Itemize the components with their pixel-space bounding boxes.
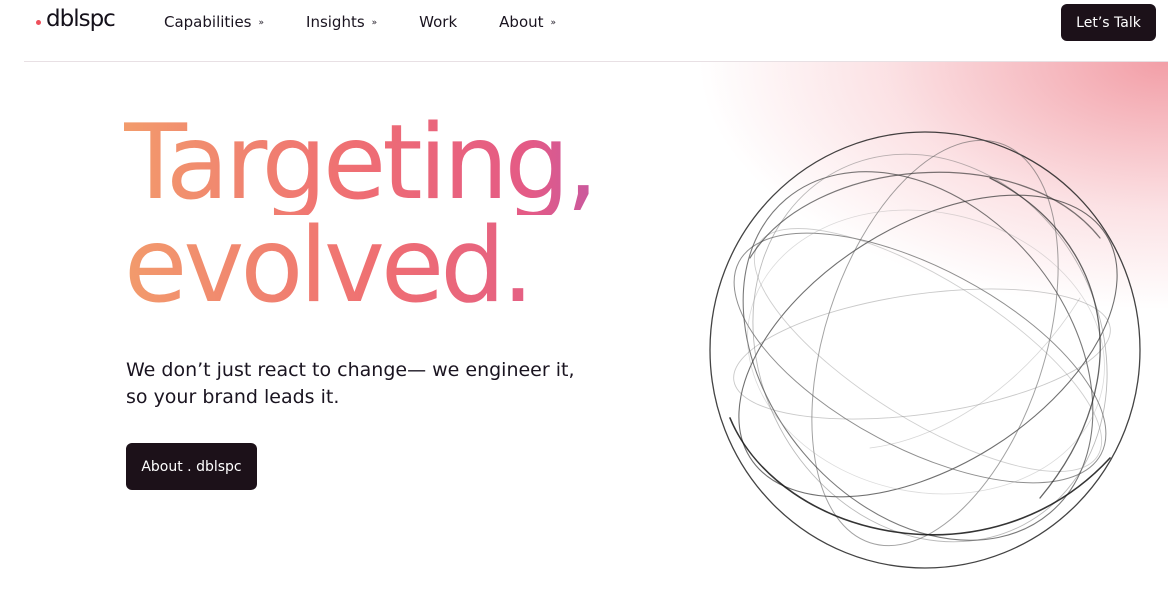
nav-item-work[interactable]: Work: [419, 13, 457, 31]
headline-line-2: evolved.: [124, 215, 704, 318]
logo-dot-icon: [36, 20, 41, 25]
about-button[interactable]: About . dblspc: [126, 443, 257, 490]
nav-item-label: Work: [419, 13, 458, 31]
nav-item-label: Capabilities: [164, 13, 252, 31]
nav-item-label: Insights: [306, 13, 365, 31]
chevron-down-icon: »: [258, 18, 265, 28]
page: dblspc Capabilities » Insights » Work Ab…: [0, 0, 1168, 609]
logo-text: dblspc: [46, 6, 116, 32]
headline-line-1: Targeting,: [124, 112, 704, 215]
header-divider: [24, 61, 1168, 62]
nav-item-about[interactable]: About »: [499, 13, 556, 31]
main-nav: Capabilities » Insights » Work About »: [164, 13, 598, 31]
chevron-down-icon: »: [550, 18, 557, 28]
lets-talk-button[interactable]: Let’s Talk: [1061, 4, 1156, 41]
nav-item-label: About: [499, 13, 544, 31]
wire-sphere-graphic: [709, 131, 1141, 569]
logo[interactable]: dblspc: [36, 6, 116, 32]
nav-item-insights[interactable]: Insights »: [306, 13, 377, 31]
site-header: dblspc Capabilities » Insights » Work Ab…: [0, 0, 1168, 46]
hero-subtext: We don’t just react to change— we engine…: [126, 359, 575, 408]
nav-item-capabilities[interactable]: Capabilities »: [164, 13, 264, 31]
chevron-down-icon: »: [371, 18, 378, 28]
hero-headline: Targeting, evolved.: [124, 112, 704, 318]
